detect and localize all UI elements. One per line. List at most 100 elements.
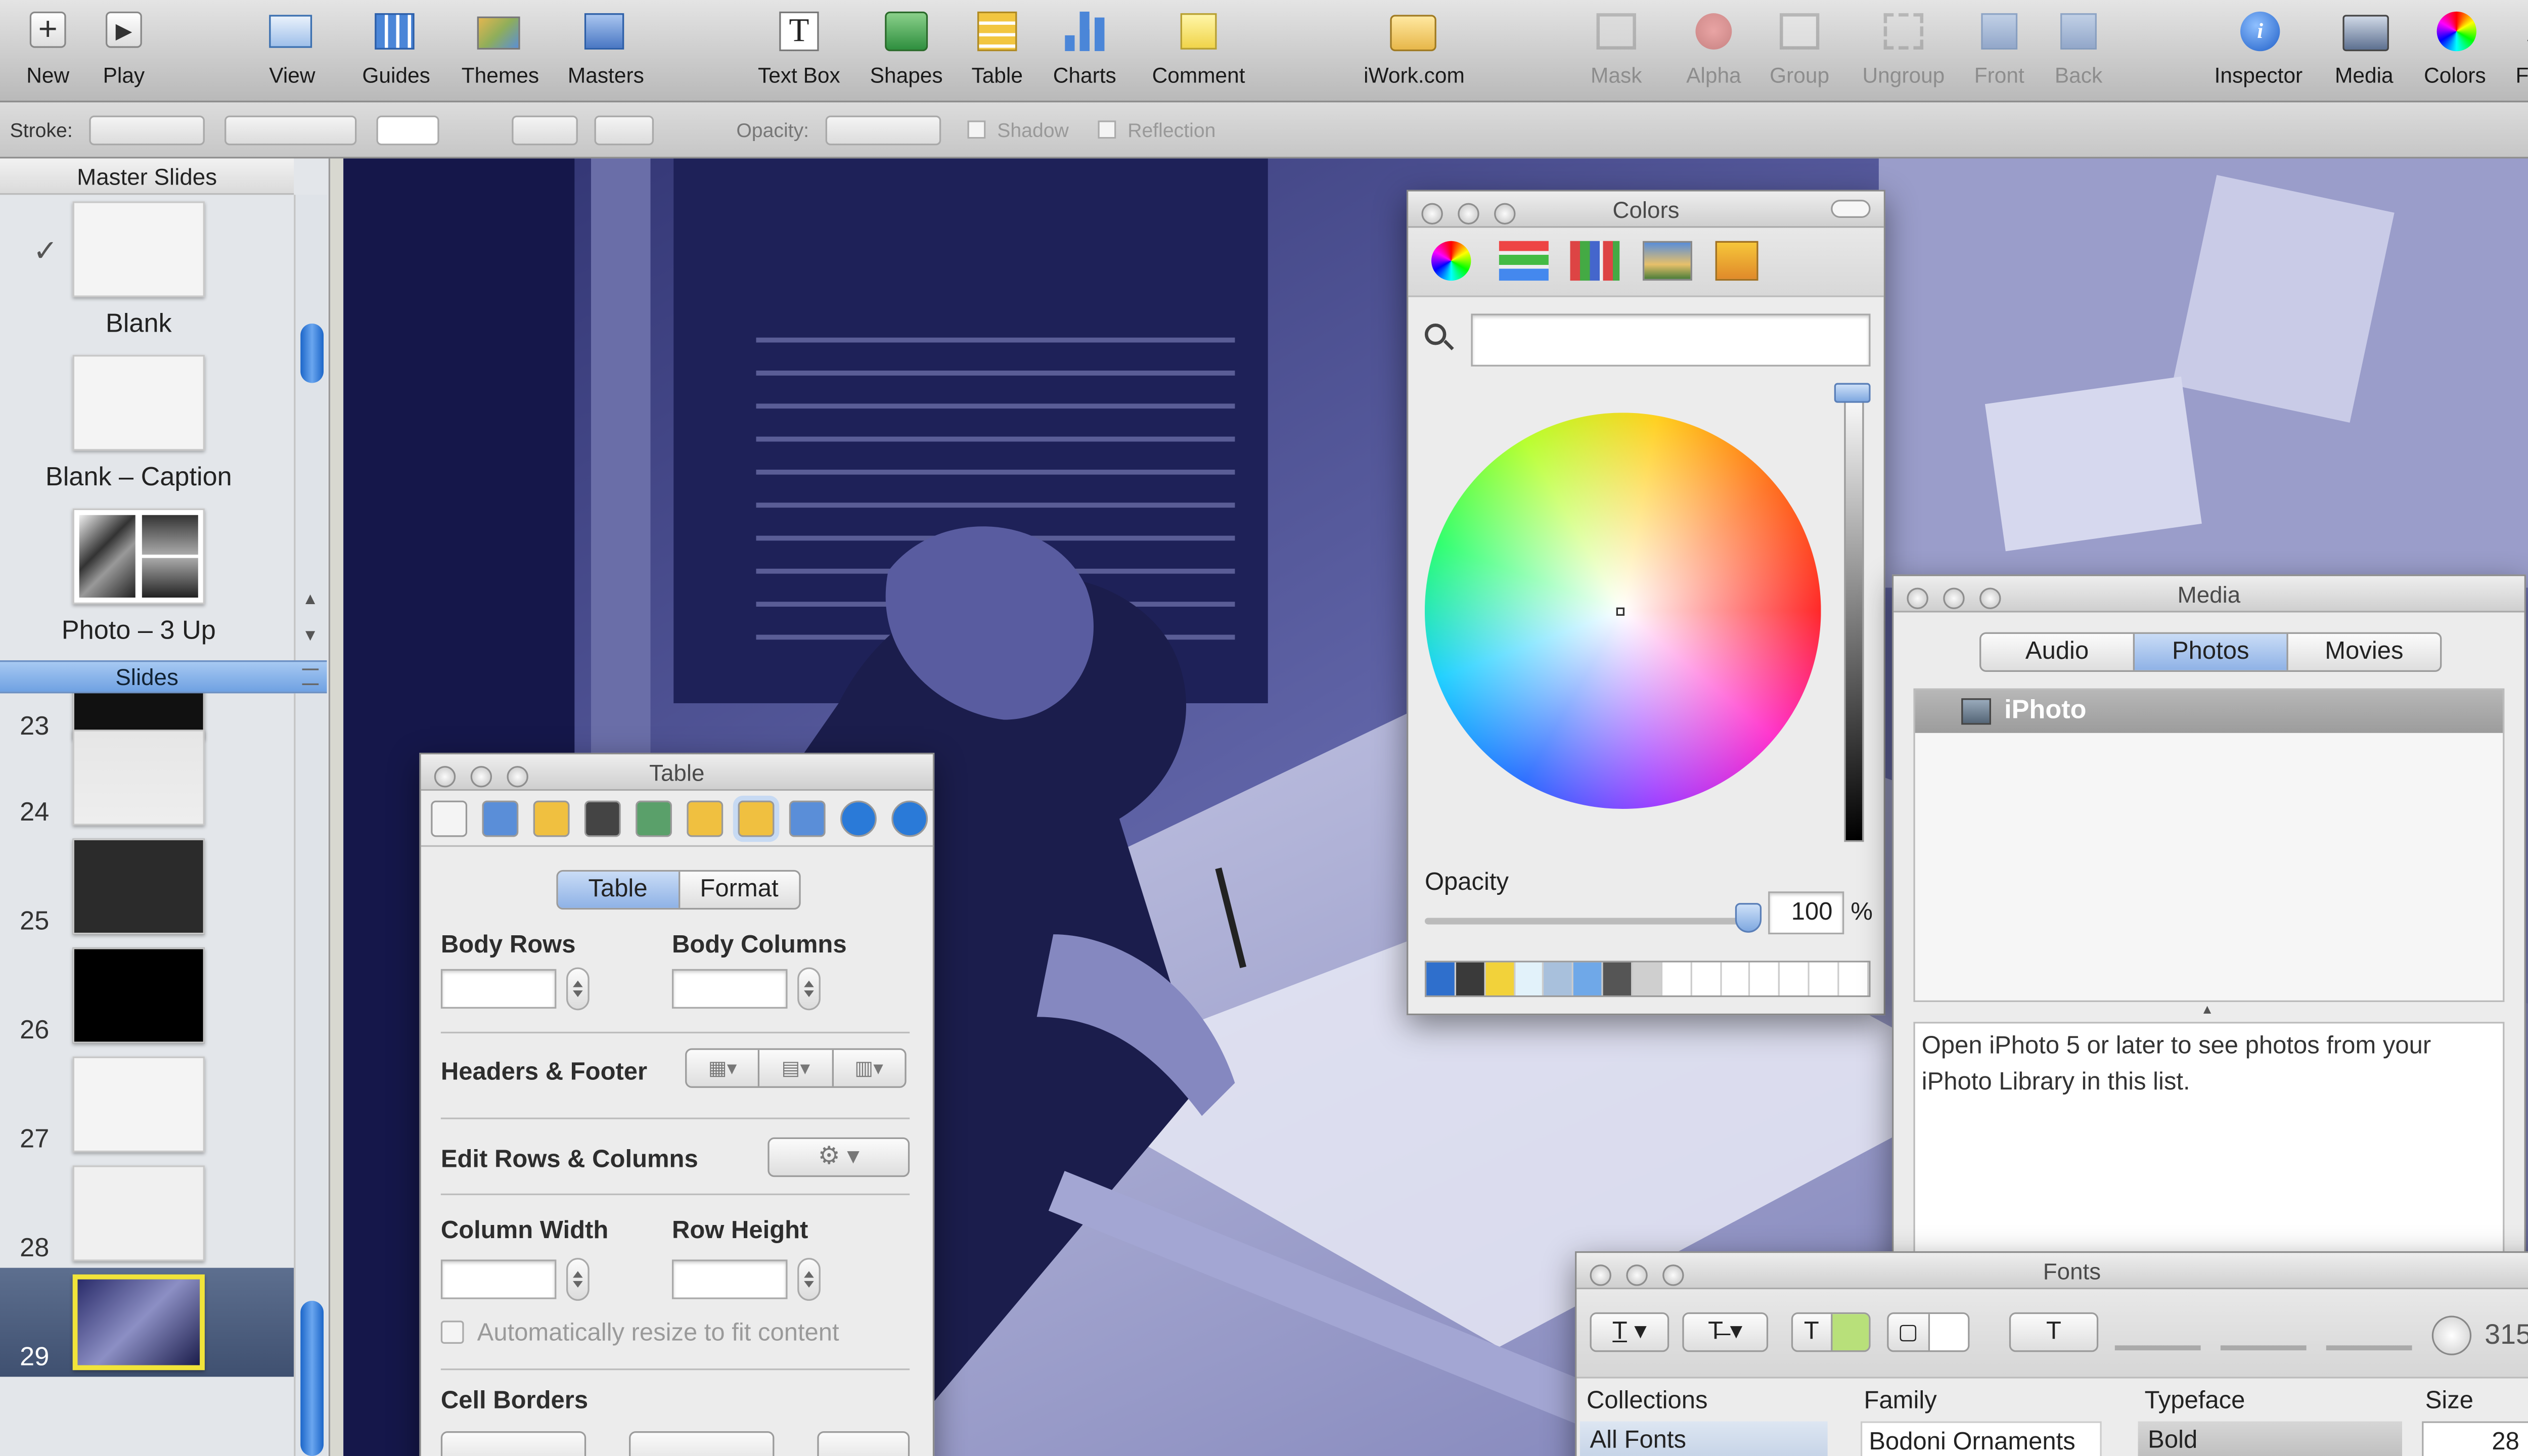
- toolbar-text-box-button[interactable]: T Text Box: [749, 7, 848, 96]
- toolbar-guides-button[interactable]: Guides: [347, 7, 446, 96]
- toolbar-comment-button[interactable]: Comment: [1149, 7, 1248, 96]
- tab-format[interactable]: Format: [680, 872, 799, 908]
- shadow-angle-dial[interactable]: [2431, 1315, 2472, 1355]
- brightness-slider-knob[interactable]: [1834, 383, 1871, 403]
- shadow-offset-slider[interactable]: [2326, 1345, 2412, 1351]
- slide-row[interactable]: 28: [0, 1159, 294, 1268]
- typeface-item[interactable]: Bold: [2138, 1421, 2403, 1456]
- quicktime-icon[interactable]: [891, 800, 928, 837]
- opacity-value-field[interactable]: 100: [1768, 891, 1844, 935]
- toolbar-media-button[interactable]: Media: [2315, 7, 2414, 96]
- split-handle-icon[interactable]: [302, 668, 319, 686]
- toolbar-toggle-button[interactable]: [1831, 200, 1871, 218]
- toolbar-play-button[interactable]: ▶ Play: [74, 7, 173, 96]
- toolbar-iwork-com-button[interactable]: iWork.com: [1364, 7, 1465, 96]
- opacity-popup[interactable]: [825, 115, 941, 146]
- toolbar-table-button[interactable]: Table: [947, 7, 1047, 96]
- master-thumb-blank-caption[interactable]: [72, 355, 205, 451]
- toolbar-colors-button[interactable]: Colors: [2406, 7, 2505, 96]
- shadow-checkbox[interactable]: [967, 120, 986, 139]
- close-button[interactable]: [1907, 587, 1928, 609]
- split-handle-icon[interactable]: ▲: [2201, 1002, 2214, 1017]
- edit-rows-columns-menu[interactable]: ⚙ ▾: [768, 1137, 910, 1177]
- colors-panel-titlebar[interactable]: Colors: [1408, 191, 1884, 228]
- slide-row[interactable]: 24: [0, 723, 294, 832]
- media-panel-titlebar[interactable]: Media: [1893, 576, 2524, 613]
- stroke-color-well[interactable]: [376, 115, 439, 146]
- close-button[interactable]: [1421, 203, 1443, 225]
- master-thumb-blank[interactable]: [72, 201, 205, 297]
- chart-icon[interactable]: [789, 800, 826, 837]
- close-button[interactable]: [434, 766, 456, 788]
- slide-row[interactable]: 26: [0, 941, 294, 1050]
- row-height-stepper[interactable]: [797, 1258, 821, 1301]
- row-height-field[interactable]: [671, 1259, 788, 1299]
- column-width-field[interactable]: [440, 1259, 557, 1299]
- text-underline-button[interactable]: T̲ ▾: [1590, 1312, 1669, 1352]
- header-rows-icon[interactable]: ▦▾: [687, 1050, 760, 1086]
- color-swatch[interactable]: [1456, 962, 1485, 995]
- color-swatch[interactable]: [1662, 962, 1692, 995]
- scroll-up-icon[interactable]: ▲: [302, 591, 319, 609]
- metrics-icon[interactable]: [687, 800, 724, 837]
- toolbar-alpha-button[interactable]: Alpha: [1664, 7, 1763, 96]
- slide-row[interactable]: 25: [0, 832, 294, 941]
- slide-icon[interactable]: [482, 800, 519, 837]
- tab-photos[interactable]: Photos: [2135, 633, 2288, 670]
- color-wheel-cursor[interactable]: [1616, 607, 1625, 616]
- body-columns-field[interactable]: [671, 969, 788, 1009]
- collection-item[interactable]: All Fonts: [1579, 1421, 1828, 1456]
- toolbar-back-button[interactable]: Back: [2029, 7, 2128, 96]
- color-swatch[interactable]: [1573, 962, 1604, 995]
- slides-header[interactable]: Slides: [0, 660, 327, 694]
- slide-row[interactable]: 29: [0, 1267, 294, 1377]
- minimize-button[interactable]: [1458, 203, 1479, 225]
- crayons-mode-icon[interactable]: [1715, 241, 1758, 281]
- tab-movies[interactable]: Movies: [2288, 634, 2440, 670]
- toolbar-ungroup-button[interactable]: Ungroup: [1854, 7, 1953, 96]
- text-icon[interactable]: [584, 800, 621, 837]
- body-rows-stepper[interactable]: [566, 967, 590, 1011]
- auto-resize-checkbox[interactable]: [440, 1321, 464, 1344]
- color-swatch[interactable]: [1780, 962, 1810, 995]
- fonts-panel-titlebar[interactable]: Fonts: [1576, 1253, 2528, 1290]
- transition-icon[interactable]: [533, 800, 570, 837]
- image-palettes-mode-icon[interactable]: [1642, 241, 1692, 281]
- source-row-iphoto[interactable]: iPhoto: [1915, 690, 2503, 733]
- document-color-button[interactable]: ▢: [1887, 1312, 1970, 1352]
- tab-table[interactable]: Table: [558, 872, 680, 908]
- column-width-stepper[interactable]: [566, 1258, 590, 1301]
- toolbar-group-button[interactable]: Group: [1750, 7, 1849, 96]
- border-buttons-3[interactable]: [817, 1431, 910, 1456]
- color-swatch[interactable]: [1426, 962, 1456, 995]
- toolbar-mask-button[interactable]: Mask: [1567, 7, 1666, 96]
- zoom-button[interactable]: [507, 766, 528, 788]
- body-columns-stepper[interactable]: [797, 967, 821, 1011]
- text-shadow-button[interactable]: T: [2009, 1312, 2099, 1352]
- scroll-down-icon[interactable]: ▼: [302, 627, 319, 646]
- toolbar-themes-button[interactable]: Themes: [450, 7, 550, 96]
- toolbar-masters-button[interactable]: Masters: [556, 7, 655, 96]
- graphic-icon[interactable]: [636, 800, 672, 837]
- opacity-slider[interactable]: [1424, 903, 1762, 933]
- color-swatch[interactable]: [1721, 962, 1751, 995]
- color-swatch[interactable]: [1633, 962, 1662, 995]
- family-item[interactable]: Bodoni Ornaments: [1860, 1421, 2102, 1456]
- toolbar-charts-button[interactable]: Charts: [1035, 7, 1134, 96]
- shadow-blur-slider[interactable]: [2220, 1345, 2307, 1351]
- border-buttons-1[interactable]: [440, 1431, 586, 1456]
- border-buttons-2[interactable]: [629, 1431, 775, 1456]
- table-panel-titlebar[interactable]: Table: [421, 754, 933, 791]
- slides-scrollbar[interactable]: [294, 693, 327, 1456]
- toolbar-inspector-button[interactable]: i Inspector: [2209, 7, 2308, 96]
- color-swatch[interactable]: [1750, 962, 1781, 995]
- color-swatch[interactable]: [1544, 962, 1574, 995]
- stroke-style-popup[interactable]: [89, 115, 205, 146]
- close-button[interactable]: [1590, 1264, 1611, 1286]
- line-endpoints-button[interactable]: [512, 115, 578, 146]
- zoom-button[interactable]: [1662, 1264, 1684, 1286]
- color-sliders-mode-icon[interactable]: [1499, 241, 1549, 281]
- wrap-button[interactable]: [594, 115, 654, 146]
- color-swatch[interactable]: [1515, 962, 1545, 995]
- color-swatch[interactable]: [1692, 962, 1722, 995]
